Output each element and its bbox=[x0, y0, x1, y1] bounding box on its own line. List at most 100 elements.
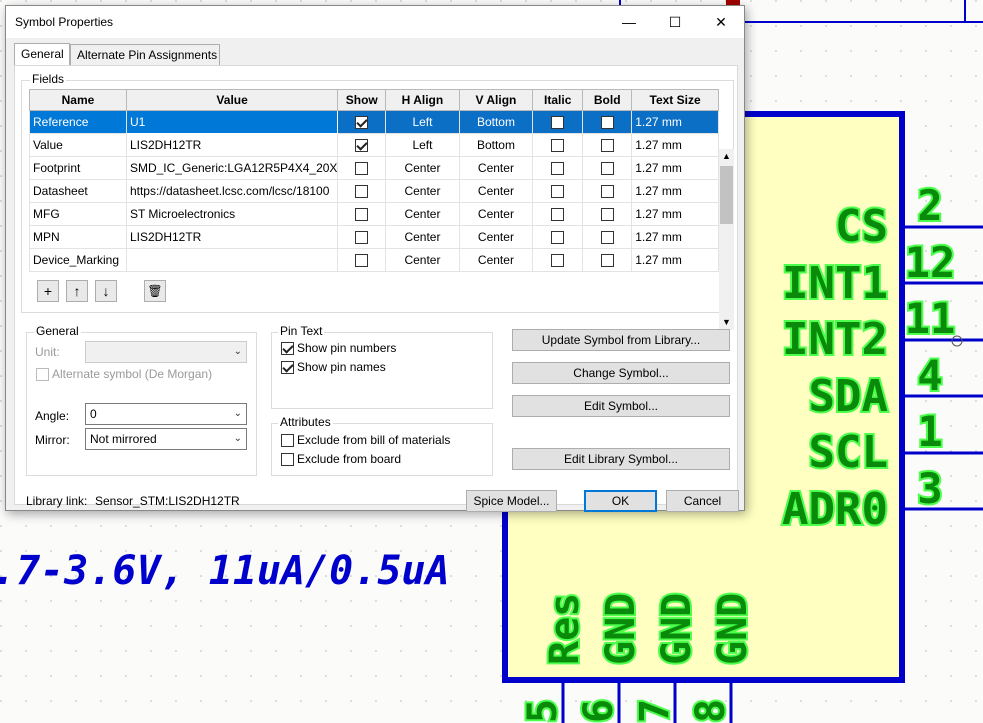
show-cell[interactable] bbox=[337, 133, 387, 157]
angle-select[interactable]: 0 ⌄ bbox=[85, 403, 247, 425]
show-checkbox[interactable] bbox=[355, 116, 369, 130]
show-cell[interactable] bbox=[337, 225, 387, 249]
field-row[interactable]: Footprint SMD_IC_Generic:LGA12R5P4X4_20X2… bbox=[29, 156, 719, 180]
italic-cell[interactable] bbox=[532, 248, 584, 272]
italic-cell[interactable] bbox=[532, 133, 584, 157]
grid-scrollbar[interactable]: ▲ ▼ bbox=[719, 149, 734, 330]
field-value-cell[interactable]: SMD_IC_Generic:LGA12R5P4X4_20X20X bbox=[125, 156, 339, 180]
text-size-cell[interactable]: 1.27 mm bbox=[631, 248, 719, 272]
field-row[interactable]: Value LIS2DH12TR Left Bottom 1.27 mm bbox=[29, 133, 719, 157]
field-value-cell[interactable]: ST Microelectronics bbox=[125, 202, 339, 226]
cancel-button[interactable]: Cancel bbox=[666, 490, 739, 512]
text-size-cell[interactable]: 1.27 mm bbox=[631, 110, 719, 134]
show-checkbox[interactable] bbox=[355, 185, 369, 199]
column-header[interactable]: Value bbox=[125, 89, 339, 111]
text-size-cell[interactable]: 1.27 mm bbox=[631, 133, 719, 157]
field-value-cell[interactable]: LIS2DH12TR bbox=[125, 133, 339, 157]
text-size-cell[interactable]: 1.27 mm bbox=[631, 156, 719, 180]
show-checkbox[interactable] bbox=[355, 231, 369, 245]
show-checkbox[interactable] bbox=[355, 139, 369, 153]
move-down-button[interactable]: ↓ bbox=[95, 280, 117, 302]
italic-cell[interactable] bbox=[532, 179, 584, 203]
halign-cell[interactable]: Center bbox=[385, 248, 460, 272]
italic-checkbox[interactable] bbox=[551, 139, 565, 153]
halign-cell[interactable]: Left bbox=[385, 133, 460, 157]
minimize-button[interactable]: — bbox=[606, 6, 652, 38]
column-header[interactable]: Show bbox=[337, 89, 387, 111]
valign-cell[interactable]: Center bbox=[458, 225, 534, 249]
column-header[interactable]: Bold bbox=[582, 89, 633, 111]
scroll-down-icon[interactable]: ▼ bbox=[719, 315, 734, 330]
bold-checkbox[interactable] bbox=[600, 208, 614, 222]
bold-cell[interactable] bbox=[582, 179, 633, 203]
update-symbol-button[interactable]: Update Symbol from Library... bbox=[512, 329, 730, 351]
field-value-cell[interactable]: U1 bbox=[125, 110, 339, 134]
italic-checkbox[interactable] bbox=[551, 162, 565, 176]
halign-cell[interactable]: Center bbox=[385, 202, 460, 226]
close-button[interactable]: ✕ bbox=[698, 6, 744, 38]
show-pin-names-checkbox[interactable] bbox=[281, 361, 294, 374]
column-header[interactable]: H Align bbox=[385, 89, 460, 111]
italic-checkbox[interactable] bbox=[551, 208, 565, 222]
field-value-cell[interactable] bbox=[125, 248, 339, 272]
text-size-cell[interactable]: 1.27 mm bbox=[631, 225, 719, 249]
show-cell[interactable] bbox=[337, 179, 387, 203]
field-value-cell[interactable]: https://datasheet.lcsc.com/lcsc/18100 bbox=[125, 179, 339, 203]
exclude-bom-checkbox[interactable] bbox=[281, 434, 294, 447]
bold-checkbox[interactable] bbox=[600, 185, 614, 199]
bold-cell[interactable] bbox=[582, 133, 633, 157]
text-size-cell[interactable]: 1.27 mm bbox=[631, 202, 719, 226]
field-row[interactable]: Device_Marking Center Center 1.27 mm bbox=[29, 248, 719, 272]
field-name-cell[interactable]: MPN bbox=[29, 225, 127, 249]
italic-cell[interactable] bbox=[532, 156, 584, 180]
halign-cell[interactable]: Center bbox=[385, 225, 460, 249]
tab-alternate-pins[interactable]: Alternate Pin Assignments bbox=[70, 44, 220, 65]
valign-cell[interactable]: Center bbox=[458, 202, 534, 226]
edit-library-symbol-button[interactable]: Edit Library Symbol... bbox=[512, 448, 730, 470]
add-field-button[interactable]: + bbox=[37, 280, 59, 302]
valign-cell[interactable]: Center bbox=[458, 156, 534, 180]
halign-cell[interactable]: Center bbox=[385, 179, 460, 203]
alternate-symbol-checkbox[interactable] bbox=[36, 368, 49, 381]
show-checkbox[interactable] bbox=[355, 254, 369, 268]
edit-symbol-button[interactable]: Edit Symbol... bbox=[512, 395, 730, 417]
change-symbol-button[interactable]: Change Symbol... bbox=[512, 362, 730, 384]
mirror-select[interactable]: Not mirrored ⌄ bbox=[85, 428, 247, 450]
bold-cell[interactable] bbox=[582, 156, 633, 180]
bold-cell[interactable] bbox=[582, 202, 633, 226]
show-checkbox[interactable] bbox=[355, 162, 369, 176]
field-name-cell[interactable]: Reference bbox=[29, 110, 127, 134]
bold-checkbox[interactable] bbox=[600, 254, 614, 268]
italic-checkbox[interactable] bbox=[551, 254, 565, 268]
column-header[interactable]: V Align bbox=[458, 89, 534, 111]
field-name-cell[interactable]: Footprint bbox=[29, 156, 127, 180]
field-name-cell[interactable]: Datasheet bbox=[29, 179, 127, 203]
show-pin-numbers-checkbox[interactable] bbox=[281, 342, 294, 355]
italic-cell[interactable] bbox=[532, 225, 584, 249]
italic-cell[interactable] bbox=[532, 110, 584, 134]
exclude-board-checkbox[interactable] bbox=[281, 453, 294, 466]
maximize-button[interactable]: ☐ bbox=[652, 6, 698, 38]
bold-checkbox[interactable] bbox=[600, 139, 614, 153]
ok-button[interactable]: OK bbox=[584, 490, 657, 512]
halign-cell[interactable]: Left bbox=[385, 110, 460, 134]
show-cell[interactable] bbox=[337, 156, 387, 180]
title-bar[interactable]: Symbol Properties — ☐ ✕ bbox=[6, 6, 744, 38]
halign-cell[interactable]: Center bbox=[385, 156, 460, 180]
column-header[interactable]: Text Size bbox=[631, 89, 719, 111]
spice-model-button[interactable]: Spice Model... bbox=[466, 490, 557, 512]
field-row[interactable]: Datasheet https://datasheet.lcsc.com/lcsc… bbox=[29, 179, 719, 203]
show-cell[interactable] bbox=[337, 202, 387, 226]
valign-cell[interactable]: Bottom bbox=[458, 110, 534, 134]
bold-checkbox[interactable] bbox=[600, 116, 614, 130]
text-size-cell[interactable]: 1.27 mm bbox=[631, 179, 719, 203]
column-header[interactable]: Italic bbox=[532, 89, 584, 111]
italic-checkbox[interactable] bbox=[551, 185, 565, 199]
valign-cell[interactable]: Center bbox=[458, 248, 534, 272]
show-cell[interactable] bbox=[337, 110, 387, 134]
scroll-up-icon[interactable]: ▲ bbox=[719, 149, 734, 164]
scroll-thumb[interactable] bbox=[720, 166, 733, 224]
column-header[interactable]: Name bbox=[29, 89, 127, 111]
delete-field-button[interactable]: 🗑 bbox=[144, 280, 166, 302]
field-name-cell[interactable]: MFG bbox=[29, 202, 127, 226]
